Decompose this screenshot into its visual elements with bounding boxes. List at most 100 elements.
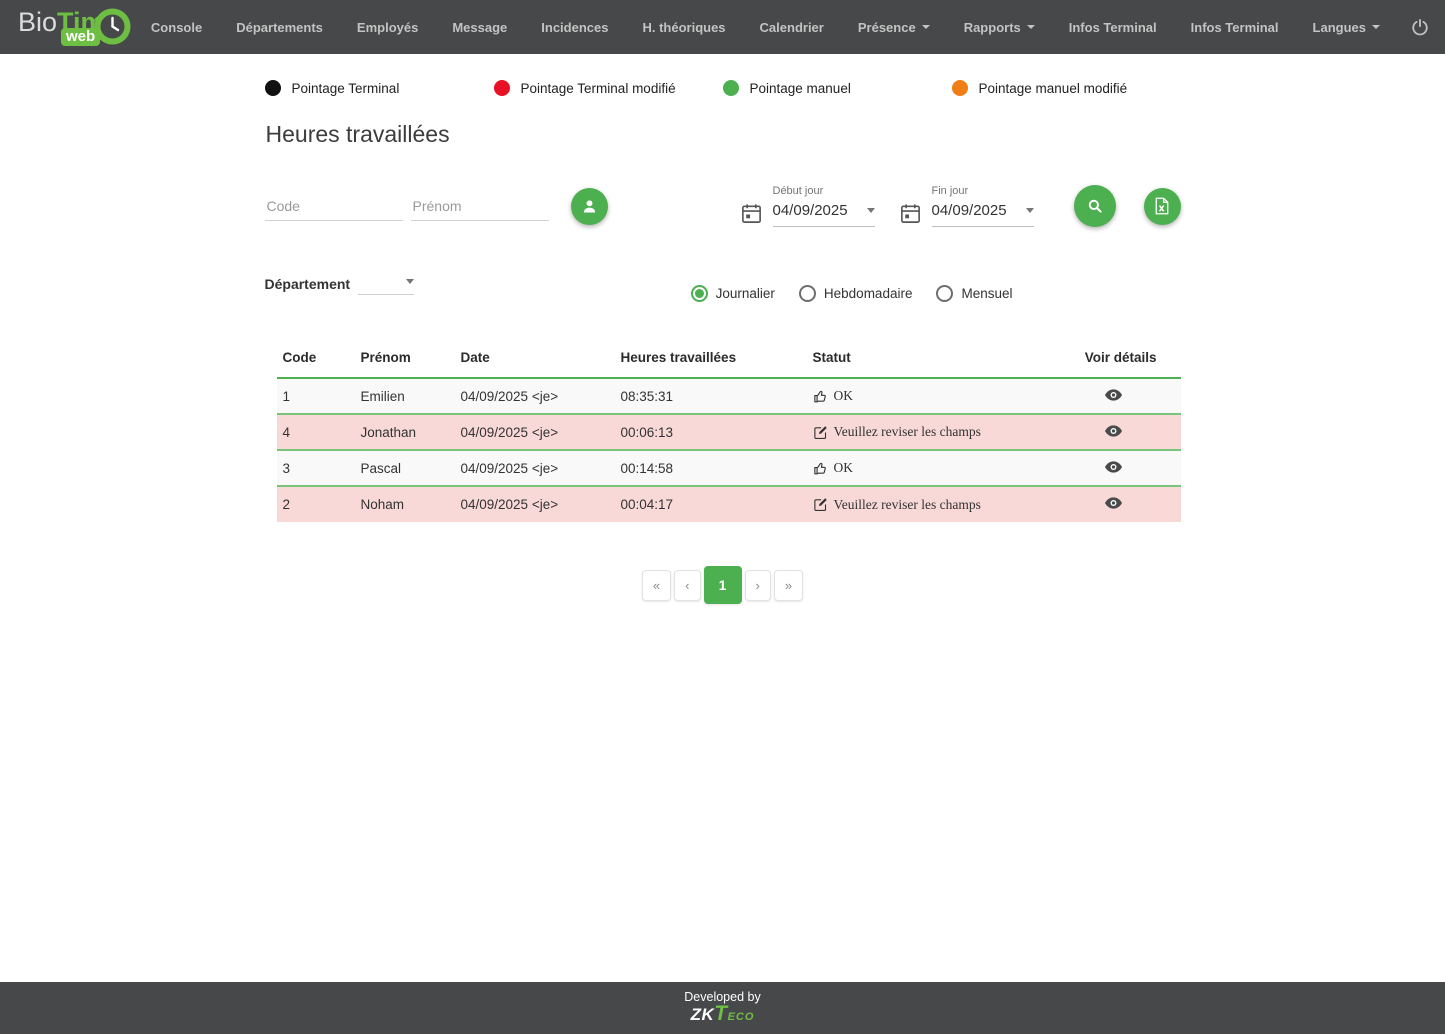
- red-dot-icon: [494, 80, 510, 96]
- cell-heures: 00:06:13: [615, 414, 807, 450]
- cell-prenom: Pascal: [355, 450, 455, 486]
- chevron-down-icon: [922, 25, 930, 29]
- pagination-prev-button[interactable]: ‹: [674, 570, 700, 601]
- hours-table: Code Prénom Date Heures travaillées Stat…: [277, 342, 1181, 522]
- nav-langues[interactable]: Langues: [1296, 10, 1397, 45]
- table-header-row: Code Prénom Date Heures travaillées Stat…: [277, 342, 1181, 378]
- clock-icon: [94, 8, 131, 45]
- department-row: Département Journalier Hebdomadaire Mens…: [265, 273, 1181, 302]
- chevron-down-icon[interactable]: [867, 208, 875, 213]
- radio-icon: [691, 285, 708, 302]
- export-excel-button[interactable]: [1144, 188, 1181, 225]
- employee-filter-button[interactable]: [571, 188, 608, 225]
- col-date: Date: [455, 342, 615, 378]
- edit-icon: [813, 425, 828, 440]
- legend-label: Pointage manuel: [750, 81, 851, 96]
- legend-pointage-manuel: Pointage manuel: [723, 80, 952, 96]
- legend-label: Pointage Terminal modifié: [521, 81, 676, 96]
- file-excel-icon: [1154, 197, 1170, 215]
- debut-jour-field[interactable]: Début jour 04/09/2025: [773, 185, 875, 227]
- chevron-down-icon[interactable]: [1026, 208, 1034, 213]
- eye-icon: [1105, 425, 1122, 437]
- biotime-logo: BioTime web: [18, 0, 130, 54]
- top-navbar: BioTime web Console Départements Employé…: [0, 0, 1445, 54]
- cell-code: 2: [277, 486, 355, 522]
- fin-jour-field[interactable]: Fin jour 04/09/2025: [932, 185, 1034, 227]
- legend-pointage-manuel-modifie: Pointage manuel modifié: [952, 80, 1181, 96]
- cell-statut: Veuillez reviser les champs: [807, 414, 1047, 450]
- col-code: Code: [277, 342, 355, 378]
- nav-rapports[interactable]: Rapports: [947, 10, 1052, 45]
- nav-infos-terminal-1[interactable]: Infos Terminal: [1052, 10, 1174, 45]
- radio-mensuel[interactable]: Mensuel: [936, 285, 1012, 302]
- view-details-button[interactable]: [1099, 495, 1128, 514]
- legend-label: Pointage Terminal: [292, 81, 400, 96]
- radio-hebdomadaire[interactable]: Hebdomadaire: [799, 285, 913, 302]
- pagination: « ‹ 1 › »: [265, 566, 1181, 604]
- table-row: 4 Jonathan 04/09/2025 <je> 00:06:13 Veui…: [277, 414, 1181, 450]
- black-dot-icon: [265, 80, 281, 96]
- radio-journalier[interactable]: Journalier: [691, 285, 775, 302]
- pagination-page-1-button[interactable]: 1: [704, 566, 742, 604]
- page-title: Heures travaillées: [266, 121, 1181, 148]
- green-dot-icon: [723, 80, 739, 96]
- view-details-button[interactable]: [1099, 387, 1128, 406]
- nav-presence[interactable]: Présence: [841, 10, 947, 45]
- calendar-icon[interactable]: [740, 202, 763, 225]
- pagination-first-button[interactable]: «: [642, 570, 671, 601]
- col-statut: Statut: [807, 342, 1047, 378]
- nav-message[interactable]: Message: [435, 10, 524, 45]
- nav-console[interactable]: Console: [134, 10, 219, 45]
- view-details-button[interactable]: [1099, 459, 1128, 478]
- cell-statut: OK: [807, 378, 1047, 414]
- table-row: 3 Pascal 04/09/2025 <je> 00:14:58 OK: [277, 450, 1181, 486]
- pagination-next-button[interactable]: ›: [745, 570, 771, 601]
- thumbs-up-icon: [813, 461, 828, 476]
- table-row: 1 Emilien 04/09/2025 <je> 08:35:31 OK: [277, 378, 1181, 414]
- legend-pointage-terminal-modifie: Pointage Terminal modifié: [494, 80, 723, 96]
- nav-infos-terminal-2[interactable]: Infos Terminal: [1174, 10, 1296, 45]
- logout-power-button[interactable]: [1411, 18, 1429, 36]
- prenom-input[interactable]: [411, 192, 549, 221]
- legend-label: Pointage manuel modifié: [979, 81, 1128, 96]
- legend-pointage-terminal: Pointage Terminal: [265, 80, 494, 96]
- search-button[interactable]: [1074, 185, 1116, 227]
- cell-heures: 00:04:17: [615, 486, 807, 522]
- main-content: Heures travaillées Début jour 04/09/2025: [265, 96, 1181, 604]
- cell-code: 4: [277, 414, 355, 450]
- radio-icon: [799, 285, 816, 302]
- edit-icon: [813, 497, 828, 512]
- pointage-legend: Pointage Terminal Pointage Terminal modi…: [265, 80, 1181, 96]
- zkteco-logo: ZKTECO: [691, 1005, 755, 1026]
- filter-bar: Début jour 04/09/2025 Fin jour 04/09/202…: [265, 185, 1181, 227]
- radio-icon: [936, 285, 953, 302]
- nav-departements[interactable]: Départements: [219, 10, 340, 45]
- cell-statut: OK: [807, 450, 1047, 486]
- nav-incidences[interactable]: Incidences: [524, 10, 625, 45]
- pagination-last-button[interactable]: »: [774, 570, 803, 601]
- eye-icon: [1105, 497, 1122, 509]
- footer: Developed by ZKTECO: [0, 982, 1445, 1034]
- cell-heures: 00:14:58: [615, 450, 807, 486]
- power-icon: [1411, 18, 1429, 36]
- thumbs-up-icon: [813, 389, 828, 404]
- col-voir-details: Voir détails: [1047, 342, 1181, 378]
- cell-statut: Veuillez reviser les champs: [807, 486, 1047, 522]
- chevron-down-icon: [1027, 25, 1035, 29]
- debut-jour-value: 04/09/2025: [773, 202, 848, 219]
- nav-h-theoriques[interactable]: H. théoriques: [625, 10, 742, 45]
- cell-heures: 08:35:31: [615, 378, 807, 414]
- nav-employes[interactable]: Employés: [340, 10, 435, 45]
- cell-date: 04/09/2025 <je>: [455, 450, 615, 486]
- nav-calendrier[interactable]: Calendrier: [743, 10, 841, 45]
- cell-prenom: Jonathan: [355, 414, 455, 450]
- departement-select[interactable]: [358, 273, 414, 295]
- cell-code: 1: [277, 378, 355, 414]
- calendar-icon[interactable]: [899, 202, 922, 225]
- main-nav: Console Départements Employés Message In…: [134, 10, 1429, 45]
- person-icon: [581, 198, 598, 215]
- code-input[interactable]: [265, 192, 403, 221]
- view-details-button[interactable]: [1099, 423, 1128, 442]
- eye-icon: [1105, 389, 1122, 401]
- date-range-zone: Début jour 04/09/2025 Fin jour 04/09/202…: [740, 185, 1181, 227]
